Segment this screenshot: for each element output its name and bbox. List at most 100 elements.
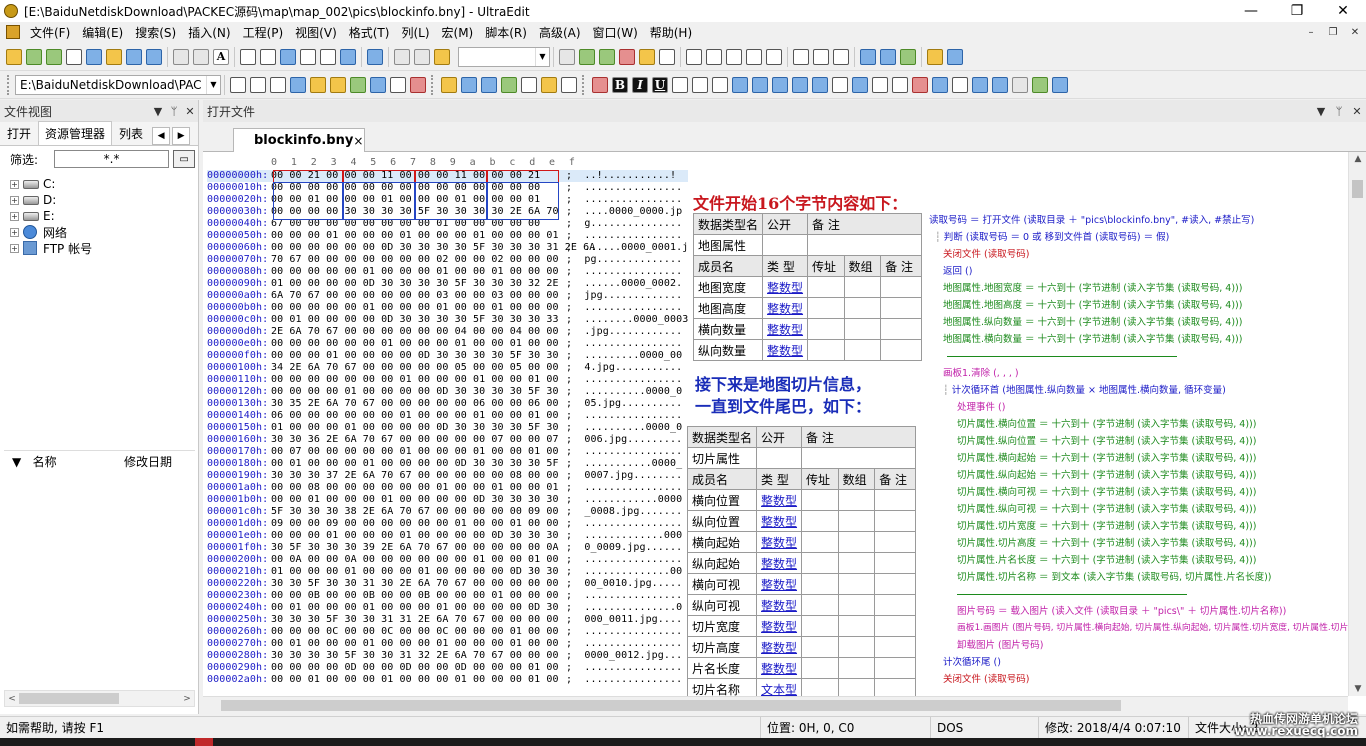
form-icon[interactable] bbox=[852, 76, 868, 93]
tab-list[interactable]: 列表 bbox=[112, 121, 150, 145]
menu-format[interactable]: 格式(T) bbox=[343, 24, 396, 41]
tab-scroll-right-icon[interactable]: ▶ bbox=[172, 127, 191, 145]
hex-row[interactable]: 00000200h: 00 0A 00 00 0A 00 00 00 00 00 … bbox=[207, 554, 688, 566]
expand-icon[interactable]: + bbox=[10, 243, 19, 253]
list-icon[interactable] bbox=[752, 76, 768, 93]
new-file-icon[interactable] bbox=[6, 48, 22, 65]
save-all-icon[interactable] bbox=[146, 48, 162, 65]
panel-dropdown-icon[interactable]: ▼ bbox=[1312, 105, 1330, 118]
hex-row[interactable]: 000000a0h: 6A 70 67 00 00 00 00 00 00 03 … bbox=[207, 290, 688, 302]
html-icon[interactable] bbox=[390, 76, 406, 93]
wikipedia-icon[interactable] bbox=[270, 76, 286, 93]
underline-icon[interactable]: U bbox=[652, 76, 668, 93]
justify-icon[interactable] bbox=[746, 48, 762, 65]
color-icon[interactable] bbox=[441, 76, 457, 93]
php-icon[interactable] bbox=[370, 76, 386, 93]
radio-icon[interactable] bbox=[952, 76, 968, 93]
hex-row[interactable]: 000002a0h: 00 00 01 00 00 00 01 00 00 00 … bbox=[207, 674, 688, 686]
hex-row[interactable]: 000001d0h: 09 00 00 09 00 00 00 00 00 00 … bbox=[207, 518, 688, 530]
menu-file[interactable]: 文件(F) bbox=[24, 24, 76, 41]
close-tab-icon[interactable]: × bbox=[353, 134, 363, 148]
hex-row[interactable]: 000001a0h: 00 00 08 00 00 00 00 00 00 01 … bbox=[207, 482, 688, 494]
tree-node-network[interactable]: + 网络 bbox=[10, 224, 198, 240]
validate-icon[interactable] bbox=[501, 76, 517, 93]
toggle-view-icon[interactable] bbox=[340, 48, 356, 65]
textarea-icon[interactable] bbox=[892, 76, 908, 93]
hex-row[interactable]: 00000160h: 30 30 36 2E 6A 70 67 00 00 00 … bbox=[207, 434, 688, 446]
hex-rows[interactable]: 00000000h: 00 00 21 00 00 00 11 00 00 00 … bbox=[207, 170, 689, 686]
menu-insert[interactable]: 插入(N) bbox=[182, 24, 236, 41]
tab-scroll-left-icon[interactable]: ◀ bbox=[152, 127, 171, 145]
hex-mode-icon[interactable] bbox=[280, 48, 296, 65]
hex-row[interactable]: 00000050h: 00 00 00 01 00 00 00 01 00 00 … bbox=[207, 230, 688, 242]
hex-row[interactable]: 000001b0h: 00 00 01 00 00 00 01 00 00 00 … bbox=[207, 494, 688, 506]
hex-row[interactable]: 00000270h: 00 01 00 00 00 01 00 00 00 01 … bbox=[207, 638, 688, 650]
hex-row[interactable]: 000000f0h: 00 00 00 01 00 00 00 00 0D 30 … bbox=[207, 350, 688, 362]
expand-icon[interactable]: + bbox=[10, 195, 19, 205]
hex-row[interactable]: 00000110h: 00 00 00 00 00 00 00 01 00 00 … bbox=[207, 374, 688, 386]
mdi-minimize-button[interactable]: – bbox=[1300, 22, 1322, 42]
scroll-up-icon[interactable]: ▲ bbox=[1349, 154, 1366, 164]
menu-window[interactable]: 窗口(W) bbox=[587, 24, 644, 41]
windows-icon[interactable] bbox=[410, 76, 426, 93]
pin-icon[interactable]: ᛘ bbox=[1330, 105, 1348, 118]
word-icon[interactable] bbox=[330, 76, 346, 93]
link-icon[interactable] bbox=[1032, 76, 1048, 93]
minimize-button[interactable]: — bbox=[1228, 0, 1274, 22]
yahoo-icon[interactable] bbox=[250, 76, 266, 93]
wand-icon[interactable] bbox=[541, 76, 557, 93]
menu-script[interactable]: 脚本(R) bbox=[479, 24, 533, 41]
close-button[interactable]: ✕ bbox=[1320, 0, 1366, 22]
replace-icon[interactable] bbox=[619, 48, 635, 65]
browse-icon[interactable] bbox=[461, 76, 477, 93]
hex-row[interactable]: 000001c0h: 5F 30 30 30 38 2E 6A 70 67 00 … bbox=[207, 506, 688, 518]
checkbox-icon[interactable] bbox=[932, 76, 948, 93]
hex-row[interactable]: 000000d0h: 2E 6A 70 67 00 00 00 00 00 00 … bbox=[207, 326, 688, 338]
expand-icon[interactable]: + bbox=[10, 211, 19, 221]
css-icon[interactable] bbox=[350, 76, 366, 93]
menu-edit[interactable]: 编辑(E) bbox=[76, 24, 129, 41]
hex-row[interactable]: 00000260h: 00 00 00 0C 00 00 0C 00 00 0C … bbox=[207, 626, 688, 638]
menu-search[interactable]: 搜索(S) bbox=[129, 24, 182, 41]
find-next-icon[interactable] bbox=[579, 48, 595, 65]
panel-dropdown-icon[interactable]: ▼ bbox=[150, 105, 166, 118]
menu-column[interactable]: 列(L) bbox=[395, 24, 435, 41]
mail-icon[interactable] bbox=[1052, 76, 1068, 93]
preview-icon[interactable] bbox=[481, 76, 497, 93]
italic-icon[interactable]: I bbox=[632, 76, 648, 93]
scroll-down-icon[interactable]: ▼ bbox=[1349, 684, 1366, 694]
hex-row[interactable]: 00000130h: 30 35 2E 6A 70 67 00 00 00 00 … bbox=[207, 398, 688, 410]
hex-row[interactable]: 00000140h: 06 00 00 00 00 00 00 01 00 00 … bbox=[207, 410, 688, 422]
save-icon[interactable] bbox=[126, 48, 142, 65]
hex-row[interactable]: 000000c0h: 00 01 00 00 00 00 0D 30 30 30 … bbox=[207, 314, 688, 326]
tree-node-c[interactable]: + C: bbox=[10, 176, 198, 192]
column-name-header[interactable]: ▼ 名称 bbox=[4, 453, 124, 470]
hex-editor[interactable]: 0 1 2 3 4 5 6 7 8 9 a b c d e f 00000000… bbox=[203, 152, 1348, 696]
print-icon[interactable] bbox=[173, 48, 189, 65]
image-icon[interactable] bbox=[972, 76, 988, 93]
tree-node-ftp[interactable]: + FTP 帐号 bbox=[10, 240, 198, 256]
editor-horizontal-scrollbar[interactable] bbox=[203, 696, 1348, 714]
menu-project[interactable]: 工程(P) bbox=[237, 24, 290, 41]
align-center-icon[interactable] bbox=[706, 48, 722, 65]
html-format-icon[interactable] bbox=[592, 76, 608, 93]
expand-icon[interactable]: + bbox=[10, 179, 19, 189]
tree-node-d[interactable]: + D: bbox=[10, 192, 198, 208]
align-right-icon[interactable] bbox=[726, 48, 742, 65]
hex-row[interactable]: 00000210h: 01 00 00 00 01 00 00 00 01 00 … bbox=[207, 566, 688, 578]
paragraph-icon[interactable] bbox=[732, 76, 748, 93]
filter-input[interactable] bbox=[54, 150, 170, 168]
menu-view[interactable]: 视图(V) bbox=[289, 24, 343, 41]
lookup-icon[interactable] bbox=[310, 76, 326, 93]
cascade-icon[interactable] bbox=[833, 48, 849, 65]
find-prev-icon[interactable] bbox=[599, 48, 615, 65]
scroll-left-icon[interactable]: < bbox=[5, 694, 19, 704]
mdi-close-button[interactable]: ✕ bbox=[1344, 22, 1366, 42]
panel-close-icon[interactable]: ✕ bbox=[182, 105, 198, 118]
hex-row[interactable]: 00000250h: 30 30 30 5F 30 30 31 31 2E 6A … bbox=[207, 614, 688, 626]
word-wrap-icon[interactable] bbox=[240, 48, 256, 65]
hex-row[interactable]: 00000280h: 30 30 30 30 5F 30 30 31 32 2E … bbox=[207, 650, 688, 662]
split-horizontal-icon[interactable] bbox=[793, 48, 809, 65]
new-document-icon[interactable] bbox=[66, 48, 82, 65]
hex-row[interactable]: 000001f0h: 30 5F 30 30 30 39 2E 6A 70 67 … bbox=[207, 542, 688, 554]
